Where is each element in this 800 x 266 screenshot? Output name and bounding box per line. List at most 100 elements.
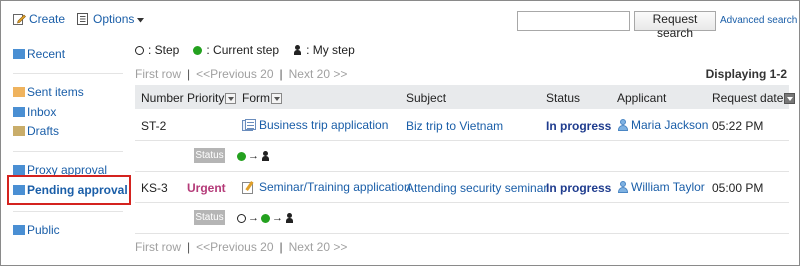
- header-label: Subject: [406, 91, 447, 105]
- my-step-icon: [293, 45, 302, 55]
- pager-separator: |: [279, 67, 283, 81]
- header-subject: Subject: [406, 91, 446, 105]
- my-step-icon: [261, 151, 270, 161]
- cell-form[interactable]: Seminar/Training application: [242, 180, 411, 194]
- sidebar-divider: [13, 73, 123, 74]
- sort-dropdown-icon[interactable]: [225, 92, 237, 104]
- sidebar-item-label: Inbox: [27, 105, 57, 119]
- folder-icon: [13, 225, 25, 235]
- header-label: Form: [242, 91, 270, 105]
- user-icon: [617, 119, 628, 131]
- applicant-link[interactable]: Maria Jackson: [631, 118, 708, 132]
- displaying-count: Displaying 1-2: [705, 67, 787, 81]
- sidebar-item-inbox[interactable]: Inbox: [13, 105, 56, 119]
- next-link[interactable]: Next 20 >>: [289, 240, 348, 254]
- header-request-date: Request date: [712, 91, 796, 105]
- form-link[interactable]: Seminar/Training application: [259, 180, 411, 194]
- chevron-down-icon: [137, 12, 145, 26]
- search-input[interactable]: [517, 11, 630, 31]
- next-link[interactable]: Next 20 >>: [289, 67, 348, 81]
- sidebar-divider: [13, 211, 123, 212]
- legend-step-label: : Step: [148, 43, 180, 57]
- row-divider: [135, 233, 789, 234]
- pager-top: First row | <<Previous 20 | Next 20 >>: [135, 67, 347, 81]
- cell-number: KS-3: [141, 181, 168, 195]
- legend-current-label: : Current step: [206, 43, 280, 57]
- table-header: Number Priority Form Subject Status Appl…: [135, 85, 796, 109]
- cell-status: In progress: [546, 181, 612, 195]
- cell-status: In progress: [546, 119, 612, 133]
- cell-priority: Urgent: [187, 181, 226, 195]
- header-applicant: Applicant: [617, 91, 666, 105]
- sidebar-item-label: Public: [27, 223, 60, 237]
- sidebar-divider: [13, 151, 123, 152]
- folder-icon: [13, 87, 25, 97]
- first-row-link[interactable]: First row: [135, 67, 181, 81]
- header-priority: Priority: [187, 91, 237, 105]
- selection-highlight: [7, 175, 131, 205]
- cell-date: 05:22 PM: [712, 119, 764, 133]
- options-label: Options: [93, 12, 135, 26]
- previous-link[interactable]: <<Previous 20: [196, 67, 273, 81]
- toolbar: Create Options: [13, 12, 145, 26]
- sidebar-item-label: Sent items: [27, 85, 84, 99]
- header-label: Status: [546, 91, 581, 105]
- current-step-icon: [193, 45, 203, 55]
- route-flow: →: [237, 150, 270, 162]
- cell-subject[interactable]: Biz trip to Vietnam: [406, 119, 503, 133]
- sidebar-item-label: Recent: [27, 47, 66, 61]
- options-menu[interactable]: Options: [77, 12, 145, 26]
- window: Create Options Request search Advanced s…: [0, 0, 800, 266]
- cell-date: 05:00 PM: [712, 181, 764, 195]
- status-badge: Status: [194, 148, 225, 163]
- row-divider: [135, 202, 789, 203]
- header-status: Status: [546, 91, 580, 105]
- arrow-icon: →: [272, 212, 283, 224]
- folder-icon: [13, 165, 25, 175]
- header-form: Form: [242, 91, 282, 105]
- folder-icon: [13, 49, 25, 59]
- step-icon: [237, 213, 246, 223]
- header-number: Number: [141, 91, 184, 105]
- cell-applicant[interactable]: Maria Jackson: [617, 118, 708, 132]
- row-divider: [135, 140, 789, 141]
- sort-dropdown-icon[interactable]: [784, 92, 796, 104]
- sidebar-item-drafts[interactable]: Drafts: [13, 124, 59, 138]
- status-badge: Status: [194, 210, 225, 225]
- user-icon: [617, 181, 628, 193]
- first-row-link[interactable]: First row: [135, 240, 181, 254]
- my-step-icon: [285, 213, 294, 223]
- cell-subject[interactable]: Attending security seminar: [406, 181, 547, 195]
- step-icon: [135, 45, 144, 55]
- options-icon: [77, 13, 90, 25]
- folder-icon: [13, 107, 25, 117]
- pager-bottom: First row | <<Previous 20 | Next 20 >>: [135, 240, 347, 254]
- current-step-icon: [261, 213, 270, 223]
- pager-separator: |: [279, 240, 283, 254]
- sort-dropdown-icon[interactable]: [271, 92, 282, 104]
- create-icon: [13, 13, 26, 25]
- cell-number: ST-2: [141, 119, 167, 133]
- sidebar-item-label: Drafts: [27, 124, 60, 138]
- form-edit-icon: [242, 180, 256, 194]
- cell-form[interactable]: Business trip application: [242, 118, 388, 132]
- sidebar-item-public[interactable]: Public: [13, 223, 60, 237]
- advanced-search-link[interactable]: Advanced search: [720, 15, 797, 26]
- form-link[interactable]: Business trip application: [259, 118, 388, 132]
- cell-applicant[interactable]: William Taylor: [617, 180, 705, 194]
- step-legend: : Step : Current step : My step: [135, 43, 355, 57]
- create-button[interactable]: Create: [13, 12, 65, 26]
- request-search-button[interactable]: Request search: [634, 11, 716, 40]
- header-label: Priority: [187, 91, 225, 105]
- header-label: Request date: [712, 91, 784, 105]
- arrow-icon: →: [248, 212, 259, 224]
- applicant-link[interactable]: William Taylor: [631, 180, 705, 194]
- sidebar-item-recent[interactable]: Recent: [13, 47, 65, 61]
- header-label: Applicant: [617, 91, 667, 105]
- previous-link[interactable]: <<Previous 20: [196, 240, 273, 254]
- form-icon: [242, 119, 256, 131]
- current-step-icon: [237, 151, 246, 161]
- sidebar-item-sent-items[interactable]: Sent items: [13, 85, 84, 99]
- arrow-icon: →: [248, 150, 259, 162]
- route-flow: → →: [237, 212, 294, 224]
